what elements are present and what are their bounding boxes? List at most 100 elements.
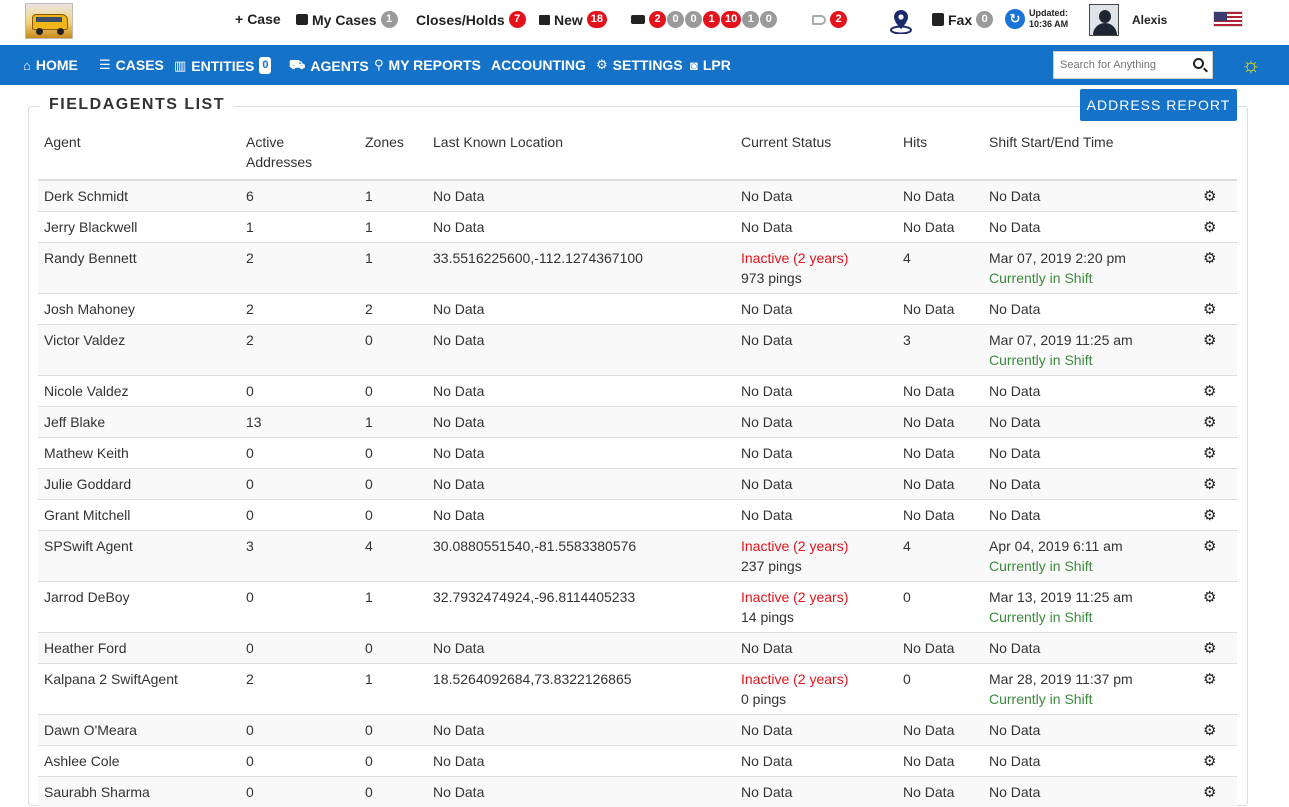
active-addresses-cell-text: 0 — [246, 782, 353, 802]
column-header[interactable]: Zones — [359, 126, 427, 180]
nav-accounting[interactable]: ACCOUNTING — [491, 57, 586, 73]
table-row[interactable]: Dawn O'Meara00No DataNo DataNo DataNo Da… — [38, 715, 1237, 746]
shift-time-cell-text: No Data — [989, 299, 1191, 319]
truck-badge[interactable]: 0 — [667, 11, 684, 28]
nav-my-reports[interactable]: ⚲ MY REPORTS — [374, 57, 481, 73]
current-status-cell: No Data — [735, 376, 897, 407]
gear-icon[interactable]: ⚙ — [1203, 445, 1216, 463]
column-header[interactable]: Current Status — [735, 126, 897, 180]
shift-time-cell-text: No Data — [989, 505, 1191, 525]
zones-cell-text: 1 — [365, 587, 421, 607]
us-flag-icon[interactable] — [1213, 11, 1243, 27]
row-actions-cell: ⚙ — [1197, 469, 1237, 500]
gear-icon[interactable]: ⚙ — [1203, 414, 1216, 432]
search-input[interactable] — [1054, 52, 1182, 78]
gear-icon[interactable]: ⚙ — [1203, 538, 1216, 556]
column-header[interactable]: Hits — [897, 126, 983, 180]
row-actions-cell: ⚙ — [1197, 664, 1237, 715]
gear-icon[interactable]: ⚙ — [1203, 589, 1216, 607]
gear-icon[interactable]: ⚙ — [1203, 722, 1216, 740]
theme-toggle-icon[interactable]: ☼ — [1240, 54, 1262, 76]
refresh-icon[interactable]: ↻ — [1005, 9, 1025, 29]
column-header[interactable]: Active Addresses — [240, 126, 359, 180]
nav-cases[interactable]: ☰ CASES — [99, 57, 164, 73]
column-header[interactable]: Agent — [38, 126, 240, 180]
hits-cell: 4 — [897, 243, 983, 294]
nav-entities[interactable]: ▥ ENTITIES 0 — [174, 57, 271, 74]
truck-badge[interactable]: 1 — [703, 11, 720, 28]
user-avatar[interactable] — [1089, 4, 1119, 36]
announcements-button[interactable]: 2 — [812, 11, 847, 28]
table-row[interactable]: Heather Ford00No DataNo DataNo DataNo Da… — [38, 633, 1237, 664]
nav-agents[interactable]: ⛟ AGENTS — [289, 57, 369, 75]
shift-time-cell: No Data — [983, 469, 1197, 500]
zones-cell: 0 — [359, 633, 427, 664]
truck-badge[interactable]: 0 — [685, 11, 702, 28]
table-row[interactable]: Randy Bennett2133.5516225600,-112.127436… — [38, 243, 1237, 294]
row-actions-cell: ⚙ — [1197, 746, 1237, 777]
last-location-cell-text: 18.5264092684,73.8322126865 — [433, 669, 729, 689]
home-icon: ⌂ — [23, 58, 31, 73]
nav-lpr[interactable]: ◙ LPR — [690, 57, 731, 73]
map-pin-icon[interactable] — [889, 8, 913, 34]
username[interactable]: Alexis — [1132, 13, 1167, 27]
gear-icon[interactable]: ⚙ — [1203, 507, 1216, 525]
truck-badge[interactable]: 10 — [721, 11, 741, 28]
table-row[interactable]: Jarrod DeBoy0132.7932474924,-96.81144052… — [38, 582, 1237, 633]
gear-icon[interactable]: ⚙ — [1203, 332, 1216, 350]
hits-cell: No Data — [897, 212, 983, 243]
zones-cell-text: 1 — [365, 217, 421, 237]
zones-cell: 0 — [359, 500, 427, 531]
truck-status-group[interactable]: 2 0 0 1 10 1 0 — [631, 11, 777, 28]
table-row[interactable]: Ashlee Cole00No DataNo DataNo DataNo Dat… — [38, 746, 1237, 777]
table-row[interactable]: Jerry Blackwell11No DataNo DataNo DataNo… — [38, 212, 1237, 243]
my-cases-button[interactable]: My Cases 1 — [296, 11, 398, 28]
nav-home[interactable]: ⌂ HOME — [23, 57, 78, 73]
table-row[interactable]: Victor Valdez20No DataNo Data3Mar 07, 20… — [38, 325, 1237, 376]
agent-name-cell-text: Kalpana 2 SwiftAgent — [44, 669, 234, 689]
gear-icon[interactable]: ⚙ — [1203, 476, 1216, 494]
gear-icon[interactable]: ⚙ — [1203, 753, 1216, 771]
address-report-button[interactable]: ADDRESS REPORT — [1080, 89, 1237, 121]
new-button[interactable]: New 18 — [539, 11, 607, 28]
zones-cell-text: 0 — [365, 474, 421, 494]
shift-time-cell-text: No Data — [989, 217, 1191, 237]
gear-icon[interactable]: ⚙ — [1203, 188, 1216, 206]
table-row[interactable]: Grant Mitchell00No DataNo DataNo DataNo … — [38, 500, 1237, 531]
table-row[interactable]: Josh Mahoney22No DataNo DataNo DataNo Da… — [38, 294, 1237, 325]
table-row[interactable]: Nicole Valdez00No DataNo DataNo DataNo D… — [38, 376, 1237, 407]
agent-name-cell-text: Saurabh Sharma — [44, 782, 234, 802]
last-location-cell: No Data — [427, 438, 735, 469]
agent-name-cell: Randy Bennett — [38, 243, 240, 294]
nav-settings[interactable]: ⚙ SETTINGS — [596, 57, 683, 73]
closes-holds-button[interactable]: Closes/Holds 7 — [416, 11, 526, 28]
gear-icon[interactable]: ⚙ — [1203, 784, 1216, 802]
gear-icon[interactable]: ⚙ — [1203, 219, 1216, 237]
table-row[interactable]: Jeff Blake131No DataNo DataNo DataNo Dat… — [38, 407, 1237, 438]
column-header[interactable]: Shift Start/End Time — [983, 126, 1197, 180]
truck-badge[interactable]: 1 — [742, 11, 759, 28]
last-location-cell: No Data — [427, 469, 735, 500]
gear-icon[interactable]: ⚙ — [1203, 640, 1216, 658]
truck-badge[interactable]: 2 — [649, 11, 666, 28]
table-row[interactable]: Kalpana 2 SwiftAgent2118.5264092684,73.8… — [38, 664, 1237, 715]
new-case-button[interactable]: + Case — [235, 11, 281, 27]
current-status-cell-text: Inactive (2 years) — [741, 669, 891, 689]
gear-icon[interactable]: ⚙ — [1203, 250, 1216, 268]
zones-cell: 0 — [359, 746, 427, 777]
table-row[interactable]: Derk Schmidt61No DataNo DataNo DataNo Da… — [38, 180, 1237, 212]
gear-icon[interactable]: ⚙ — [1203, 301, 1216, 319]
search-icon[interactable] — [1193, 58, 1204, 69]
fax-button[interactable]: Fax 0 — [932, 11, 993, 28]
table-row[interactable]: Mathew Keith00No DataNo DataNo DataNo Da… — [38, 438, 1237, 469]
current-status-cell: No Data — [735, 212, 897, 243]
table-row[interactable]: Julie Goddard00No DataNo DataNo DataNo D… — [38, 469, 1237, 500]
company-logo[interactable] — [25, 3, 73, 39]
table-row[interactable]: SPSwift Agent3430.0880551540,-81.5583380… — [38, 531, 1237, 582]
truck-badge[interactable]: 0 — [760, 11, 777, 28]
gear-icon[interactable]: ⚙ — [1203, 383, 1216, 401]
column-header[interactable]: Last Known Location — [427, 126, 735, 180]
entities-badge: 0 — [259, 57, 271, 74]
gear-icon[interactable]: ⚙ — [1203, 671, 1216, 689]
table-row[interactable]: Saurabh Sharma00No DataNo DataNo DataNo … — [38, 777, 1237, 807]
